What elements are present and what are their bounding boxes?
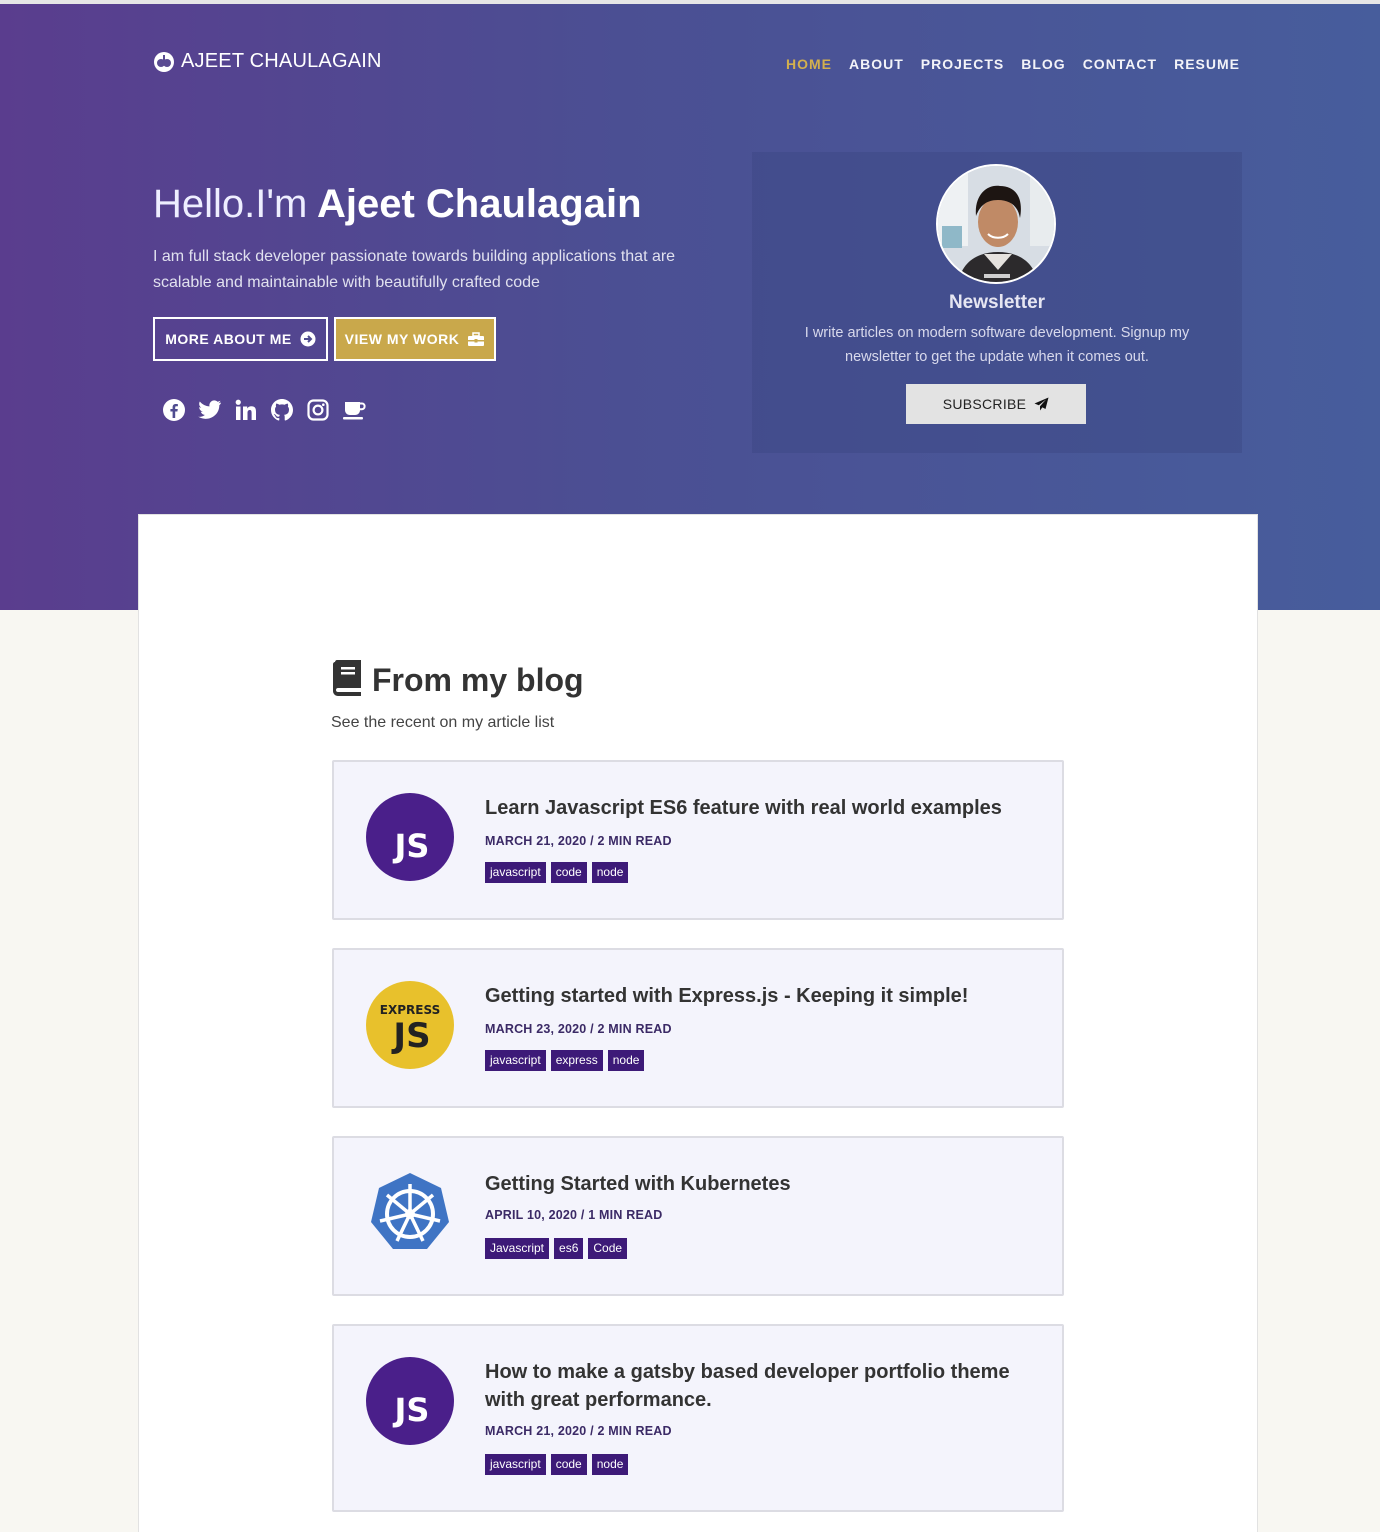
post-tags: javascript express node — [485, 1050, 645, 1071]
blog-post-card[interactable]: JS How to make a gatsby based developer … — [332, 1324, 1064, 1512]
newsletter-text: I write articles on modern software deve… — [804, 325, 1190, 365]
brand-name: AJEET CHAULAGAIN — [181, 50, 382, 72]
post-tags: javascript code node — [485, 862, 629, 883]
paper-plane-icon — [1034, 397, 1049, 411]
github-icon[interactable] — [270, 398, 294, 422]
post-title[interactable]: Learn Javascript ES6 feature with real w… — [485, 794, 1025, 822]
kubernetes-logo-icon — [366, 1169, 454, 1257]
svg-text:JS: JS — [393, 1391, 430, 1429]
view-my-work-label: VIEW MY WORK — [344, 331, 460, 347]
blog-title: From my blog — [372, 662, 584, 698]
post-title[interactable]: Getting Started with Kubernetes — [485, 1170, 1025, 1198]
post-title[interactable]: Getting started with Express.js - Keepin… — [485, 982, 1025, 1010]
nav-contact[interactable]: CONTACT — [1083, 56, 1157, 72]
newsletter-title: Newsletter — [948, 292, 1046, 313]
more-about-me-label: MORE ABOUT ME — [165, 331, 292, 347]
social-links — [162, 398, 366, 422]
avatar — [936, 164, 1056, 284]
blog-header: From my blog — [332, 660, 584, 701]
book-icon — [332, 660, 362, 701]
svg-text:JS: JS — [391, 1016, 430, 1056]
tag[interactable]: express — [550, 1050, 603, 1071]
instagram-icon[interactable] — [306, 398, 330, 422]
nav-about[interactable]: ABOUT — [849, 56, 904, 72]
tag[interactable]: javascript — [485, 1050, 546, 1071]
brand[interactable]: AJEET CHAULAGAIN — [153, 50, 382, 73]
post-title[interactable]: How to make a gatsby based developer por… — [485, 1358, 1025, 1414]
view-my-work-button[interactable]: VIEW MY WORK — [334, 317, 496, 361]
svg-text:JS: JS — [393, 827, 430, 865]
tag[interactable]: code — [550, 862, 587, 883]
tag[interactable]: code — [550, 1454, 587, 1475]
express-js-logo-icon: EXPRESS JS — [366, 981, 454, 1069]
facebook-icon[interactable] — [162, 398, 186, 422]
blog-post-card[interactable]: Getting Started with Kubernetes APRIL 10… — [332, 1136, 1064, 1296]
twitter-icon[interactable] — [198, 398, 222, 422]
tag[interactable]: node — [591, 862, 629, 883]
more-about-me-button[interactable]: MORE ABOUT ME — [153, 317, 328, 361]
blog-post-card[interactable]: JS Learn Javascript ES6 feature with rea… — [332, 760, 1064, 920]
nav-home[interactable]: HOME — [786, 56, 832, 72]
toolbox-icon — [467, 331, 485, 347]
hero-greeting: Hello.I'm — [153, 182, 308, 226]
hero-heading: Hello.I'm Ajeet Chaulagain — [153, 182, 642, 227]
tag[interactable]: es6 — [554, 1238, 584, 1259]
nav-projects[interactable]: PROJECTS — [921, 56, 1004, 72]
post-meta: APRIL 10, 2020 / 1 MIN READ — [485, 1208, 663, 1222]
tag[interactable]: javascript — [485, 862, 546, 883]
js-logo-icon: JS — [366, 1357, 454, 1445]
blog-subtitle: See the recent on my article list — [331, 714, 555, 731]
tag[interactable]: javascript — [485, 1454, 546, 1475]
newsletter-box: Newsletter I write articles on modern so… — [752, 152, 1242, 453]
subscribe-label: SUBSCRIBE — [942, 396, 1027, 412]
hero-intro: I am full stack developer passionate tow… — [153, 248, 676, 291]
main-nav: HOME ABOUT PROJECTS BLOG CONTACT RESUME — [786, 56, 1240, 72]
tag[interactable]: Code — [588, 1238, 628, 1259]
hero-name: Ajeet Chaulagain — [316, 182, 642, 226]
post-meta: MARCH 21, 2020 / 2 MIN READ — [485, 1424, 672, 1438]
nav-blog[interactable]: BLOG — [1021, 56, 1065, 72]
linkedin-icon[interactable] — [234, 398, 258, 422]
coffee-icon[interactable] — [342, 398, 366, 422]
post-tags: Javascript es6 Code — [485, 1238, 628, 1259]
tag[interactable]: node — [591, 1454, 629, 1475]
tag[interactable]: Javascript — [485, 1238, 550, 1259]
nav-resume[interactable]: RESUME — [1174, 56, 1240, 72]
brand-logo-icon — [154, 51, 174, 72]
post-meta: MARCH 21, 2020 / 2 MIN READ — [485, 834, 672, 848]
post-tags: javascript code node — [485, 1454, 629, 1475]
subscribe-button[interactable]: SUBSCRIBE — [906, 384, 1086, 424]
arrow-circle-right-icon — [300, 331, 316, 347]
tag[interactable]: node — [607, 1050, 645, 1071]
svg-text:EXPRESS: EXPRESS — [380, 1003, 440, 1017]
js-logo-icon: JS — [366, 793, 454, 881]
post-meta: MARCH 23, 2020 / 2 MIN READ — [485, 1022, 672, 1036]
blog-post-card[interactable]: EXPRESS JS Getting started with Express.j… — [332, 948, 1064, 1108]
